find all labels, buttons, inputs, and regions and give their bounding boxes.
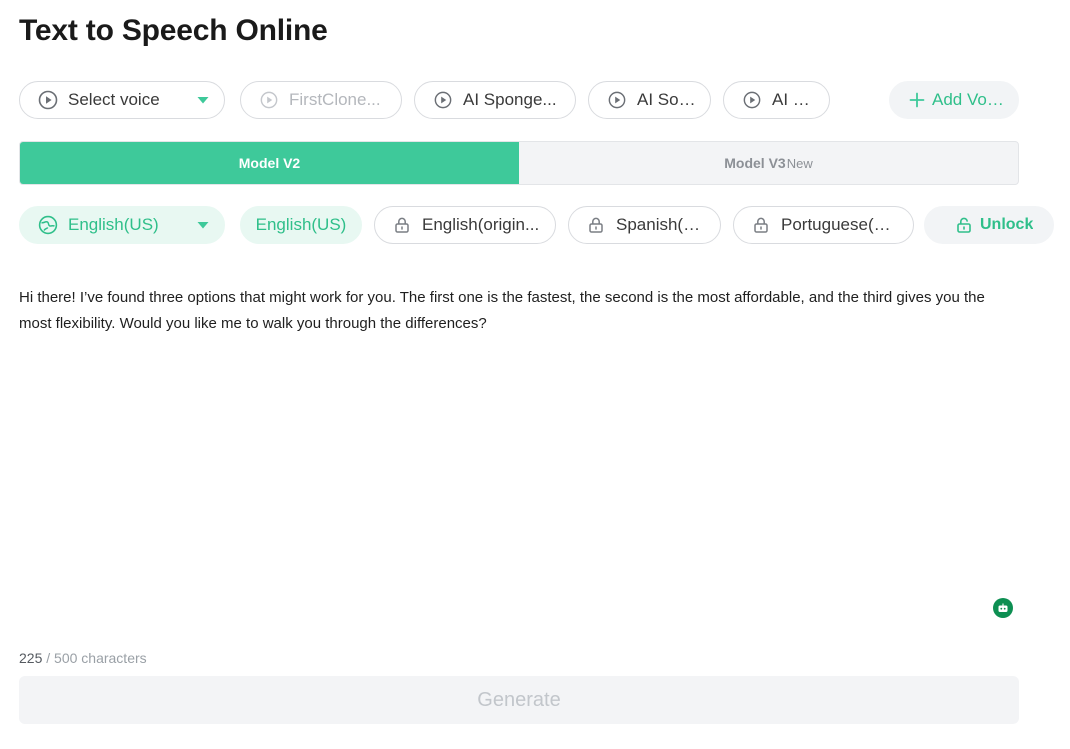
character-count-separator: / <box>46 650 55 666</box>
unlock-icon <box>954 215 974 235</box>
add-voice-label: Add Voice <box>932 90 1004 109</box>
text-input-area[interactable]: Hi there! I’ve found three options that … <box>19 285 1009 337</box>
voice-chip-label: AI Dio <box>772 90 815 109</box>
language-chip-portuguese-pt[interactable]: Portuguese(PT) <box>733 206 914 244</box>
add-voice-button[interactable]: Add Voice <box>889 81 1019 119</box>
language-icon <box>38 215 58 235</box>
character-counter: 225 / 500 characters <box>19 650 147 666</box>
voice-chip-label: FirstClone... <box>289 90 381 109</box>
play-circle-icon <box>259 90 279 110</box>
voice-chip-ai-sonic[interactable]: AI Sonic <box>588 81 711 119</box>
play-circle-icon <box>607 90 627 110</box>
voice-chip-ai-sponge[interactable]: AI Sponge... <box>414 81 576 119</box>
character-count-limit: 500 <box>54 650 78 666</box>
voice-chip-ai-dio[interactable]: AI Dio <box>723 81 830 119</box>
select-voice-dropdown[interactable]: Select voice <box>19 81 225 119</box>
character-count-current: 225 <box>19 650 43 666</box>
tab-model-v2[interactable]: Model V2 <box>20 142 519 184</box>
language-chip-label: Spanish(ES) <box>616 215 706 234</box>
language-chip-english-original[interactable]: English(origin... <box>374 206 556 244</box>
voice-chip-label: AI Sonic <box>637 90 696 109</box>
unlock-label: Unlock <box>980 216 1034 233</box>
tab-model-v3-label: Model V3 <box>724 155 786 171</box>
language-dropdown[interactable]: English(US) <box>19 206 225 244</box>
lock-icon <box>751 215 771 235</box>
language-selected-label: English(US) <box>68 215 159 234</box>
lock-icon <box>586 215 606 235</box>
select-voice-label: Select voice <box>68 90 160 109</box>
play-circle-icon <box>38 90 58 110</box>
language-chip-label: English(origin... <box>422 215 540 234</box>
voice-chip-label: AI Sponge... <box>463 90 557 109</box>
language-chip-label: English(US) <box>255 215 347 234</box>
language-chip-english-us[interactable]: English(US) <box>240 206 362 244</box>
page-title: Text to Speech Online <box>19 14 328 47</box>
robot-icon[interactable] <box>993 598 1013 618</box>
voice-chip-firstclone[interactable]: FirstClone... <box>240 81 402 119</box>
language-chip-spanish-es[interactable]: Spanish(ES) <box>568 206 721 244</box>
tab-model-v2-label: Model V2 <box>238 155 301 171</box>
lock-icon <box>392 215 412 235</box>
tab-model-v3[interactable]: Model V3 New <box>519 142 1018 184</box>
model-tabs: Model V2 Model V3 New <box>19 141 1019 185</box>
language-chip-label: Portuguese(PT) <box>781 215 899 234</box>
generate-button[interactable]: Generate <box>19 676 1019 724</box>
caret-down-icon <box>196 220 210 230</box>
play-circle-icon <box>433 90 453 110</box>
caret-down-icon <box>196 95 210 105</box>
unlock-button[interactable]: Unlock <box>924 206 1054 244</box>
character-count-suffix: characters <box>81 650 147 666</box>
new-badge: New <box>786 155 813 171</box>
plus-icon <box>907 90 927 110</box>
play-circle-icon <box>742 90 762 110</box>
